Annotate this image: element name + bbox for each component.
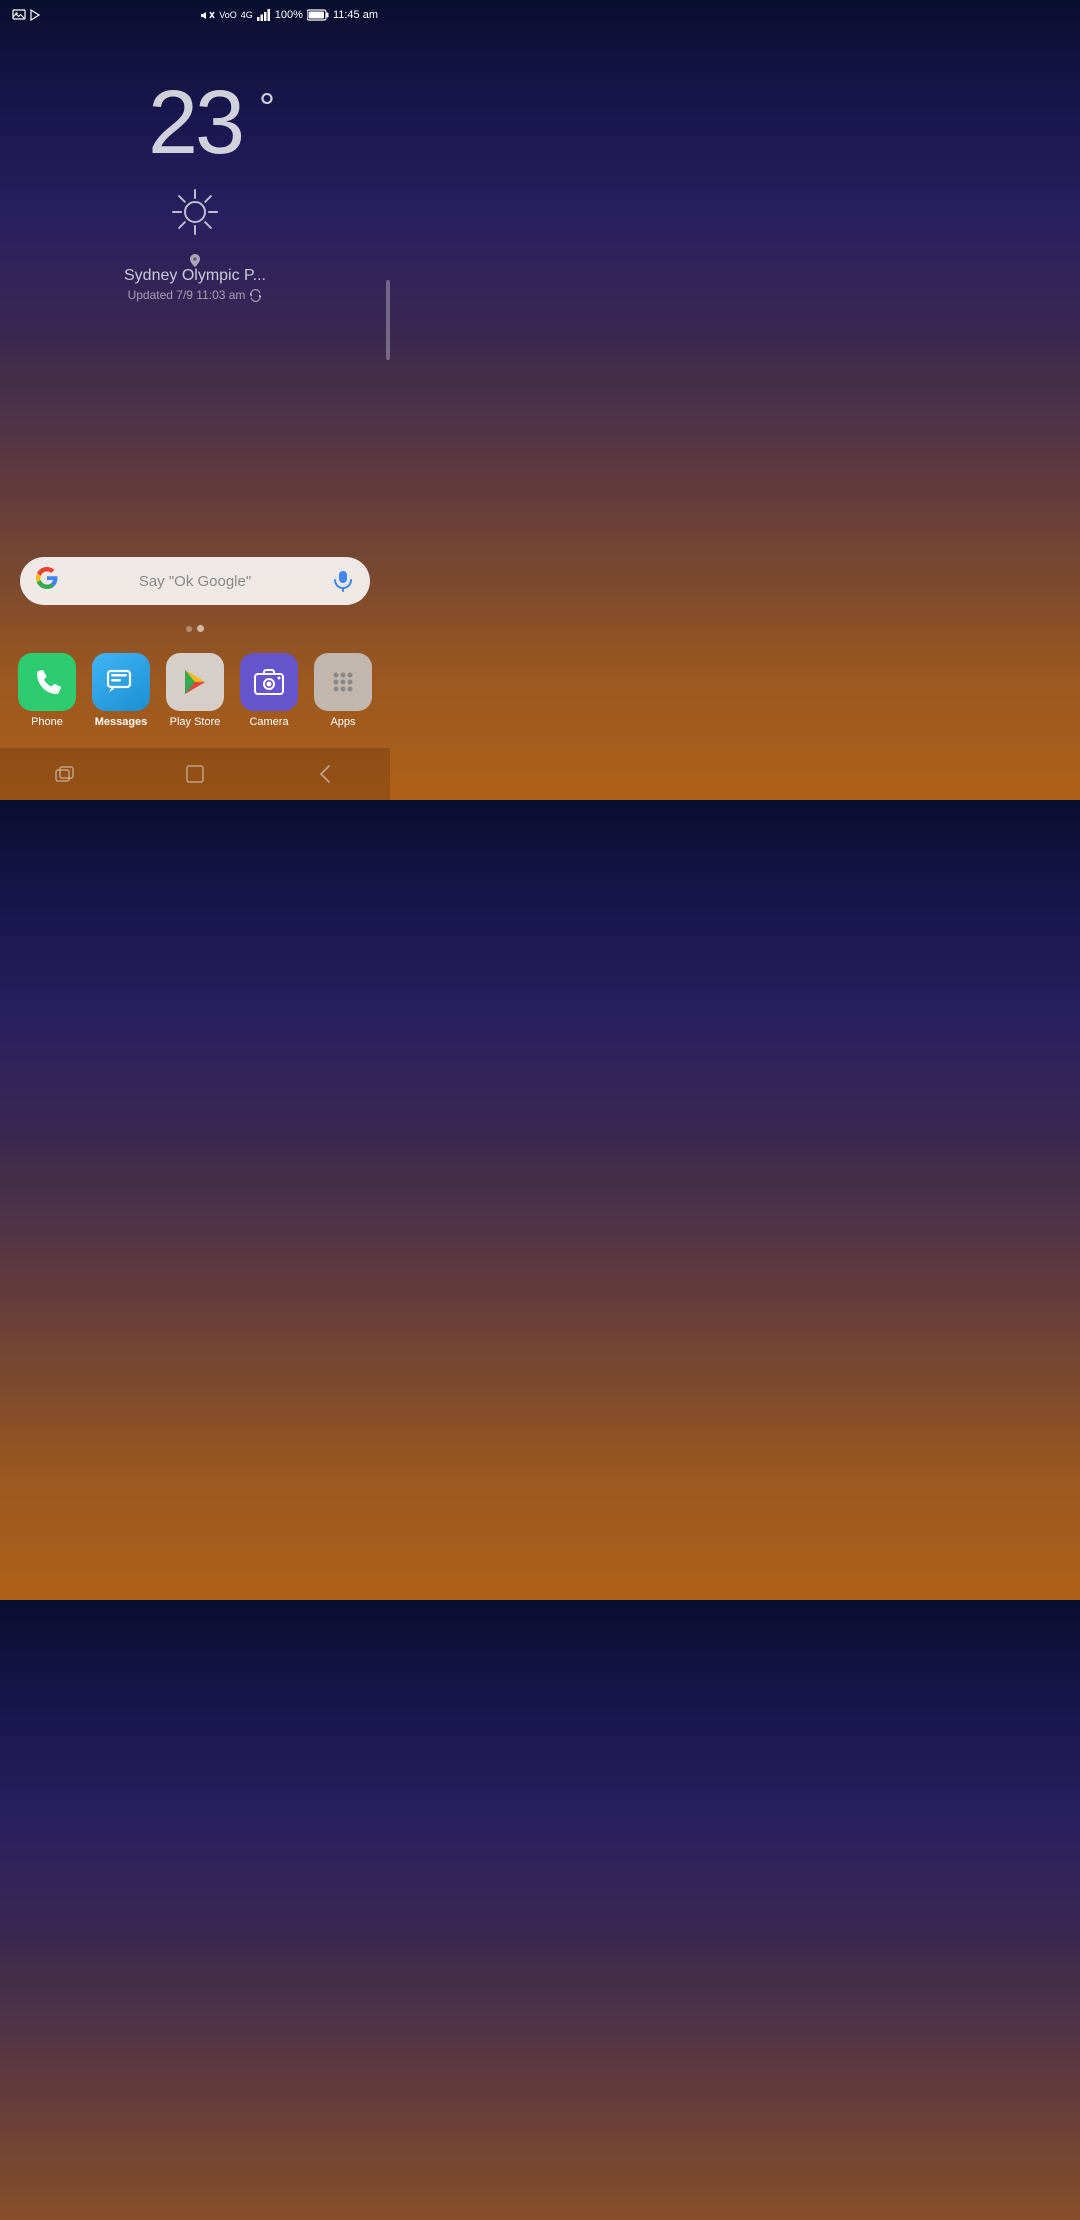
recents-icon <box>55 766 75 782</box>
dock-item-camera[interactable]: Camera <box>235 653 303 728</box>
microphone-icon[interactable] <box>332 570 354 592</box>
playstore-icon <box>179 666 211 698</box>
messages-app-icon[interactable] <box>92 653 150 711</box>
home-button[interactable] <box>175 759 215 789</box>
play-icon <box>30 9 40 21</box>
battery-icon <box>307 9 329 21</box>
messages-icon <box>106 667 136 697</box>
location-icon <box>190 254 200 267</box>
status-bar: VoO 4G 100% 11:45 am <box>0 0 390 28</box>
status-left-icons <box>12 9 40 21</box>
sun-icon <box>169 186 221 238</box>
apps-icon <box>328 667 358 697</box>
weather-updated: Updated 7/9 11:03 am <box>128 288 263 302</box>
image-icon <box>12 9 26 21</box>
search-bar-container[interactable]: Say "Ok Google" <box>20 557 370 605</box>
location-name: Sydney Olympic P... <box>124 267 266 285</box>
status-right-icons: VoO 4G 100% 11:45 am <box>201 9 378 21</box>
phone-icon <box>33 668 61 696</box>
google-logo <box>36 567 58 595</box>
navigation-bar <box>0 748 390 800</box>
dock-item-phone[interactable]: Phone <box>13 653 81 728</box>
carrier-text: VoO <box>219 10 237 20</box>
dock-item-playstore[interactable]: Play Store <box>161 653 229 728</box>
playstore-label: Play Store <box>170 716 221 728</box>
apps-label: Apps <box>330 716 355 728</box>
messages-label: Messages <box>95 716 148 728</box>
location-pin <box>190 254 200 267</box>
search-bar[interactable]: Say "Ok Google" <box>20 557 370 605</box>
time-display: 11:45 am <box>333 9 378 21</box>
app-dock: Phone Messages Play Store <box>0 641 390 740</box>
page-dot-1 <box>186 626 192 632</box>
apps-app-icon[interactable] <box>314 653 372 711</box>
scroll-hint <box>386 280 390 360</box>
phone-label: Phone <box>31 716 63 728</box>
camera-app-icon[interactable] <box>240 653 298 711</box>
page-dots-indicator <box>186 625 204 632</box>
network-type: 4G <box>241 10 253 20</box>
page-dot-camera <box>197 625 204 632</box>
phone-app-icon[interactable] <box>18 653 76 711</box>
camera-label: Camera <box>249 716 288 728</box>
dock-item-messages[interactable]: Messages <box>87 653 155 728</box>
mute-icon <box>201 9 215 21</box>
back-button[interactable] <box>305 759 345 789</box>
camera-icon <box>254 668 284 696</box>
refresh-icon <box>249 289 262 302</box>
search-placeholder: Say "Ok Google" <box>68 573 322 590</box>
playstore-app-icon[interactable] <box>166 653 224 711</box>
signal-icon <box>257 9 271 21</box>
temperature-display: 23° <box>148 78 242 168</box>
back-icon <box>317 764 333 784</box>
dock-item-apps[interactable]: Apps <box>309 653 377 728</box>
battery-percent: 100% <box>275 9 303 21</box>
home-icon <box>185 764 205 784</box>
weather-widget: 23° Sydney Olympic P... Updated 7/9 11:0… <box>0 78 390 302</box>
recents-button[interactable] <box>45 759 85 789</box>
